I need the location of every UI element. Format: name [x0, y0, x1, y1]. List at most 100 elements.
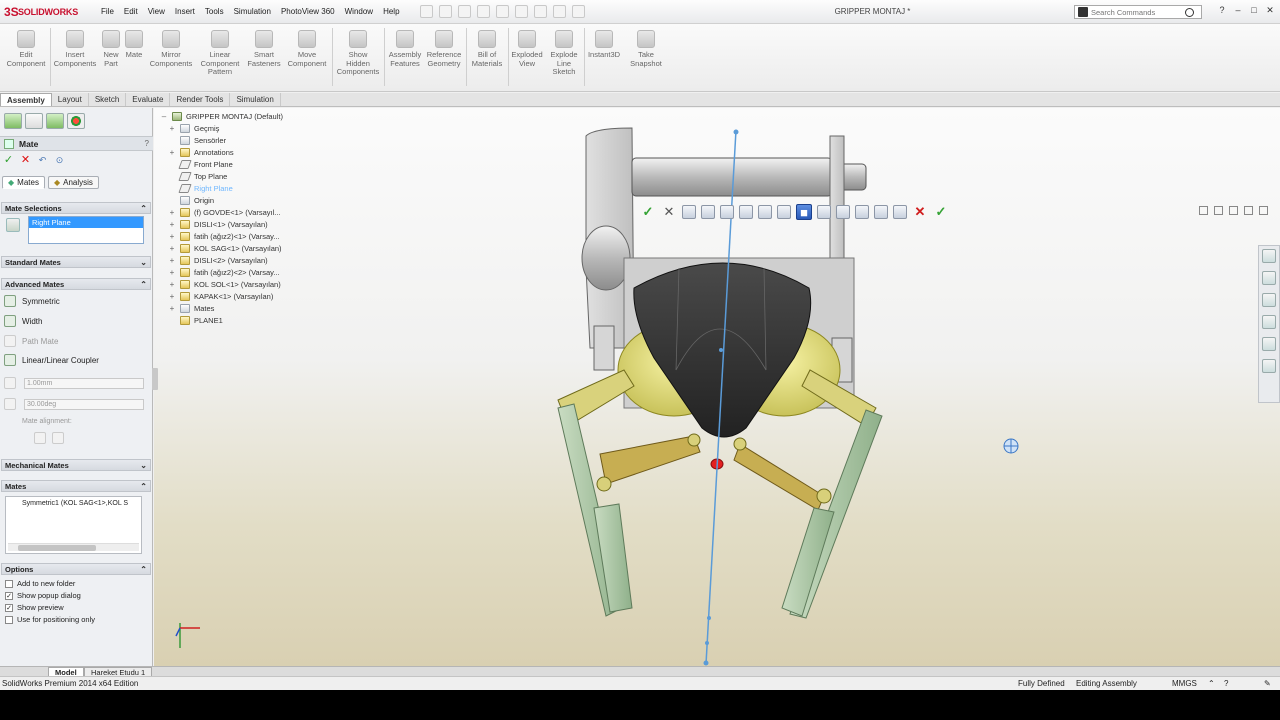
insert-components-button[interactable]: Insert Components	[52, 30, 98, 68]
file-explorer-icon[interactable]	[1262, 293, 1276, 307]
zoom-to-fit-icon[interactable]	[682, 205, 696, 219]
custom-properties-icon[interactable]	[1262, 359, 1276, 373]
option-show-popup[interactable]: ✓ Show popup dialog	[5, 591, 81, 600]
show-hidden-components-button[interactable]: Show Hidden Components	[334, 30, 382, 77]
new-doc-icon[interactable]	[420, 5, 433, 18]
pushpin-icon[interactable]: ⊙	[54, 154, 65, 166]
list-item[interactable]: Symmetric1 (KOL SAG<1>,KOL S	[6, 497, 141, 507]
scroll-thumb[interactable]	[18, 545, 96, 551]
tree-item[interactable]: + fatih (ağız2)<1> (Varsay...	[160, 230, 310, 242]
display-style-icon[interactable]	[777, 205, 791, 219]
ok-check-icon[interactable]: ✓	[640, 204, 656, 220]
help-icon[interactable]: ?	[145, 139, 149, 148]
linear-coupler-option[interactable]: Linear/Linear Coupler	[4, 354, 99, 366]
display-manager-tab-icon[interactable]	[67, 113, 85, 129]
mirror-components-button[interactable]: Mirror Components	[148, 30, 194, 68]
expander[interactable]: +	[168, 232, 176, 241]
design-library-icon[interactable]	[1262, 271, 1276, 285]
menu-simulation[interactable]: Simulation	[229, 6, 276, 18]
graphics-area[interactable]: ✓ ✕ ■ ✕ ✓	[154, 108, 1280, 666]
cancel-x-icon[interactable]: ✕	[661, 204, 677, 220]
symmetric-mate-option[interactable]: Symmetric	[4, 295, 60, 307]
minimize-icon[interactable]: –	[1232, 4, 1244, 16]
search-icon[interactable]	[1185, 7, 1194, 17]
maximize-icon[interactable]: □	[1248, 4, 1260, 16]
tree-item[interactable]: Origin	[160, 194, 310, 206]
assembly-features-button[interactable]: Assembly Features	[386, 30, 424, 68]
advanced-mates-header[interactable]: Advanced Mates ⌃	[1, 278, 151, 290]
mate-selections-header[interactable]: Mate Selections ⌃	[1, 202, 151, 214]
expander[interactable]: +	[168, 124, 176, 133]
expander[interactable]: +	[168, 304, 176, 313]
edit-appearance-icon[interactable]	[836, 205, 850, 219]
tree-item[interactable]: + (f) GOVDE<1> (Varsayıl...	[160, 206, 310, 218]
tree-item[interactable]: + KOL SAG<1> (Varsayılan)	[160, 242, 310, 254]
aligned-icon[interactable]	[34, 432, 46, 444]
collapse-chevron-icon[interactable]: ⌃	[140, 481, 147, 492]
path-mate-option[interactable]: Path Mate	[4, 335, 58, 347]
menu-view[interactable]: View	[143, 6, 170, 18]
menu-photoview[interactable]: PhotoView 360	[276, 6, 340, 18]
search-commands[interactable]	[1074, 5, 1202, 19]
expand-chevron-icon[interactable]: ⌄	[140, 257, 147, 268]
selection-filter-icon[interactable]	[893, 205, 907, 219]
ok-check-icon[interactable]: ✓	[3, 154, 14, 166]
tree-root[interactable]: – GRIPPER MONTAJ (Default)	[160, 110, 310, 122]
tree-item[interactable]: + Geçmiş	[160, 122, 310, 134]
apply-scene-icon[interactable]	[855, 205, 869, 219]
resources-home-icon[interactable]	[1262, 249, 1276, 263]
smart-fasteners-button[interactable]: Smart Fasteners	[244, 30, 284, 68]
standard-mates-header[interactable]: Standard Mates ⌄	[1, 256, 151, 268]
property-manager-tab-icon[interactable]	[25, 113, 43, 129]
units-chevron-icon[interactable]: ⌃	[1208, 677, 1215, 690]
options-header[interactable]: Options ⌃	[1, 563, 151, 575]
mate-button[interactable]: Mate	[122, 30, 146, 60]
options-icon[interactable]	[572, 5, 585, 18]
exit-x-icon[interactable]: ✕	[912, 204, 928, 220]
solidworks-logo[interactable]: 3S SOLIDWORKS	[4, 5, 82, 19]
tree-item[interactable]: + KOL SOL<1> (Varsayılan)	[160, 278, 310, 290]
tree-item[interactable]: Front Plane	[160, 158, 310, 170]
menu-tools[interactable]: Tools	[200, 6, 229, 18]
expander[interactable]: +	[168, 244, 176, 253]
explode-line-sketch-button[interactable]: Explode Line Sketch	[546, 30, 582, 77]
view-settings-icon[interactable]	[874, 205, 888, 219]
new-part-button[interactable]: New Part	[100, 30, 122, 68]
shaded-with-edges-icon[interactable]: ■	[796, 204, 812, 220]
tree-item[interactable]: + DISLI<1> (Varsayılan)	[160, 218, 310, 230]
instant3d-button[interactable]: Instant3D	[586, 30, 622, 60]
tab-sketch[interactable]: Sketch	[89, 93, 127, 106]
collapse-chevron-icon[interactable]: ⌃	[140, 279, 147, 290]
take-snapshot-button[interactable]: Take Snapshot	[624, 30, 668, 68]
viewport-tile-icon[interactable]	[1214, 206, 1223, 215]
model-canvas[interactable]	[154, 108, 1280, 666]
tab-layout[interactable]: Layout	[52, 93, 89, 106]
save-icon[interactable]	[458, 5, 471, 18]
checkbox[interactable]: ✓	[5, 603, 13, 612]
collapse-chevron-icon[interactable]: ⌃	[140, 203, 147, 214]
option-add-to-folder[interactable]: Add to new folder	[5, 579, 75, 588]
exploded-view-button[interactable]: Exploded View	[510, 30, 544, 68]
menu-file[interactable]: File	[96, 6, 119, 18]
tree-item[interactable]: + DISLI<2> (Varsayılan)	[160, 254, 310, 266]
collapse-chevron-icon[interactable]: ⌃	[140, 564, 147, 575]
mate-selection-box[interactable]: Right Plane	[28, 216, 144, 244]
tree-item[interactable]: + Annotations	[160, 146, 310, 158]
viewport-close-icon[interactable]	[1259, 206, 1268, 215]
menu-insert[interactable]: Insert	[170, 6, 200, 18]
undo-icon[interactable]: ↶	[37, 154, 48, 166]
expander[interactable]: +	[168, 208, 176, 217]
rebuild-icon[interactable]	[534, 5, 547, 18]
tree-item[interactable]: Top Plane	[160, 170, 310, 182]
reference-geometry-button[interactable]: Reference Geometry	[424, 30, 464, 68]
expander[interactable]: +	[168, 220, 176, 229]
width-mate-option[interactable]: Width	[4, 315, 42, 327]
print-icon[interactable]	[477, 5, 490, 18]
help-icon[interactable]: ?	[1216, 4, 1228, 16]
menu-help[interactable]: Help	[378, 6, 404, 18]
appearances-icon[interactable]	[1262, 337, 1276, 351]
edit-component-button[interactable]: Edit Component	[4, 30, 48, 68]
menu-edit[interactable]: Edit	[119, 6, 143, 18]
tab-simulation[interactable]: Simulation	[230, 93, 281, 106]
help-status-icon[interactable]: ?	[1224, 677, 1228, 690]
